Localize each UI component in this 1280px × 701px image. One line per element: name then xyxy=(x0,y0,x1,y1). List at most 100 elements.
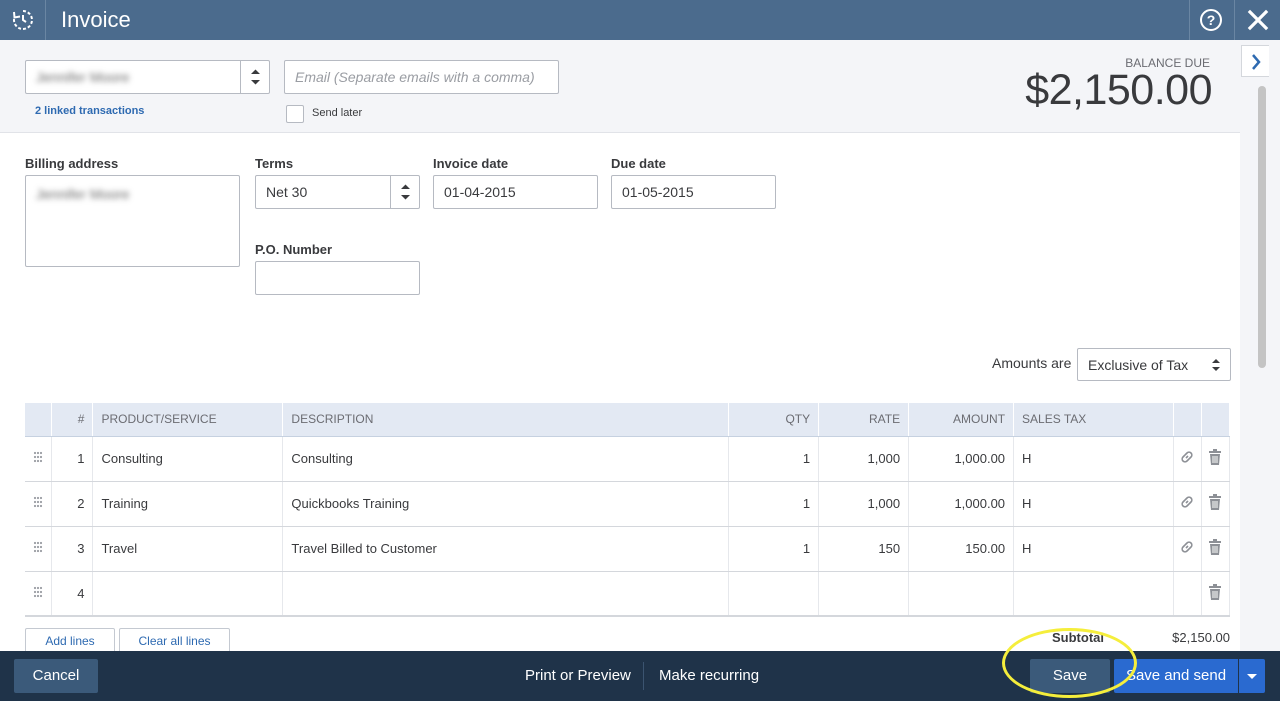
column-header-sales-tax: SALES TAX xyxy=(1013,403,1174,437)
terms-select[interactable]: Net 30 xyxy=(255,175,420,209)
row-number: 3 xyxy=(51,526,94,572)
rate-cell[interactable]: 1,000 xyxy=(818,436,910,482)
expand-drawer-button[interactable] xyxy=(1241,45,1269,77)
sales-tax-cell[interactable]: H xyxy=(1013,526,1174,572)
select-arrows-icon xyxy=(1210,356,1222,377)
column-header-number: # xyxy=(51,403,94,437)
product-cell[interactable]: Consulting xyxy=(92,436,284,482)
drag-handle-icon[interactable] xyxy=(25,526,53,572)
header-divider xyxy=(1189,0,1190,40)
svg-text:?: ? xyxy=(1207,12,1216,28)
table-row[interactable]: 4 xyxy=(25,571,1231,617)
invoice-date-value: 01-04-2015 xyxy=(444,184,516,200)
trash-icon[interactable] xyxy=(1201,481,1231,527)
amount-cell[interactable]: 1,000.00 xyxy=(908,481,1015,527)
chevron-right-icon xyxy=(1252,54,1261,70)
make-recurring-button[interactable]: Make recurring xyxy=(659,667,759,684)
invoice-header: Invoice ? xyxy=(0,0,1280,40)
link-icon[interactable] xyxy=(1173,526,1202,572)
po-number-field[interactable] xyxy=(255,261,420,295)
linked-transactions-link[interactable]: 2 linked transactions xyxy=(35,105,144,117)
customer-select[interactable]: Jennifer Moore xyxy=(25,60,270,94)
balance-due-amount: $2,150.00 xyxy=(1025,66,1212,114)
link-icon[interactable] xyxy=(1173,436,1202,482)
link-column-header xyxy=(1173,403,1202,437)
trash-icon[interactable] xyxy=(1201,571,1231,617)
trash-icon[interactable] xyxy=(1201,436,1231,482)
column-header-qty: QTY xyxy=(728,403,820,437)
po-number-label: P.O. Number xyxy=(255,242,333,257)
send-later-checkbox[interactable] xyxy=(286,105,304,123)
delete-column-header xyxy=(1201,403,1231,437)
qty-cell[interactable]: 1 xyxy=(728,436,820,482)
drag-handle-icon[interactable] xyxy=(25,436,53,482)
column-header-description: DESCRIPTION xyxy=(282,403,730,437)
recent-transactions-icon[interactable] xyxy=(11,8,35,32)
amounts-are-select[interactable]: Exclusive of Tax xyxy=(1077,348,1231,381)
due-date-field[interactable]: 01-05-2015 xyxy=(611,175,776,209)
rate-cell[interactable]: 150 xyxy=(818,526,910,572)
help-icon[interactable]: ? xyxy=(1199,8,1223,32)
invoice-date-label: Invoice date xyxy=(433,156,509,171)
chevron-down-icon xyxy=(1247,674,1257,679)
close-icon[interactable] xyxy=(1245,7,1271,33)
vertical-scrollbar[interactable] xyxy=(1258,86,1266,368)
amount-cell[interactable] xyxy=(908,571,1015,617)
product-cell[interactable]: Training xyxy=(92,481,284,527)
subtotal-value: $2,150.00 xyxy=(1172,630,1230,645)
due-date-label: Due date xyxy=(611,156,666,171)
email-field[interactable]: Email (Separate emails with a comma) xyxy=(284,60,559,94)
amounts-are-label: Amounts are xyxy=(992,355,1072,371)
due-date-value: 01-05-2015 xyxy=(622,184,694,200)
qty-cell[interactable]: 1 xyxy=(728,526,820,572)
product-cell[interactable]: Travel xyxy=(92,526,284,572)
product-cell[interactable] xyxy=(92,571,284,617)
column-header-amount: AMOUNT xyxy=(908,403,1015,437)
send-later-label: Send later xyxy=(312,107,363,119)
drag-handle-icon[interactable] xyxy=(25,481,53,527)
email-placeholder: Email (Separate emails with a comma) xyxy=(295,69,535,85)
table-row[interactable]: 3 Travel Travel Billed to Customer 1 150… xyxy=(25,526,1231,572)
table-row[interactable]: 2 Training Quickbooks Training 1 1,000 1… xyxy=(25,481,1231,527)
qty-cell[interactable]: 1 xyxy=(728,481,820,527)
description-cell[interactable]: Quickbooks Training xyxy=(282,481,730,527)
column-header-rate: RATE xyxy=(818,403,910,437)
cancel-button[interactable]: Cancel xyxy=(14,659,98,693)
terms-value: Net 30 xyxy=(266,184,308,200)
print-or-preview-button[interactable]: Print or Preview xyxy=(525,667,631,684)
trash-icon[interactable] xyxy=(1201,526,1231,572)
column-header-product: PRODUCT/SERVICE xyxy=(92,403,284,437)
table-row[interactable]: 1 Consulting Consulting 1 1,000 1,000.00… xyxy=(25,436,1231,482)
link-icon[interactable] xyxy=(1173,481,1202,527)
description-cell[interactable]: Consulting xyxy=(282,436,730,482)
amounts-are-value: Exclusive of Tax xyxy=(1088,357,1189,373)
line-items-table: # PRODUCT/SERVICE DESCRIPTION QTY RATE A… xyxy=(25,403,1231,617)
annotation-highlight-circle xyxy=(1002,628,1137,698)
drag-column-header xyxy=(25,403,53,437)
drag-handle-icon[interactable] xyxy=(25,571,53,617)
sales-tax-cell[interactable]: H xyxy=(1013,481,1174,527)
billing-address-field[interactable]: Jennifer Moore xyxy=(25,175,240,267)
empty-link-cell xyxy=(1173,571,1202,617)
sales-tax-cell[interactable] xyxy=(1013,571,1174,617)
footer-divider xyxy=(643,662,644,690)
save-options-dropdown[interactable] xyxy=(1239,659,1265,693)
header-divider xyxy=(1234,0,1235,40)
select-arrows-icon xyxy=(390,176,419,208)
header-divider xyxy=(45,0,46,40)
amount-cell[interactable]: 1,000.00 xyxy=(908,436,1015,482)
row-number: 2 xyxy=(51,481,94,527)
rate-cell[interactable]: 1,000 xyxy=(818,481,910,527)
amount-cell[interactable]: 150.00 xyxy=(908,526,1015,572)
qty-cell[interactable] xyxy=(728,571,820,617)
sales-tax-cell[interactable]: H xyxy=(1013,436,1174,482)
table-header-row: # PRODUCT/SERVICE DESCRIPTION QTY RATE A… xyxy=(25,403,1231,437)
select-arrows-icon xyxy=(240,61,269,93)
invoice-date-field[interactable]: 01-04-2015 xyxy=(433,175,598,209)
rate-cell[interactable] xyxy=(818,571,910,617)
terms-label: Terms xyxy=(255,156,294,171)
billing-address-value: Jennifer Moore xyxy=(36,186,130,202)
description-cell[interactable] xyxy=(282,571,730,617)
billing-address-label: Billing address xyxy=(25,156,119,171)
description-cell[interactable]: Travel Billed to Customer xyxy=(282,526,730,572)
